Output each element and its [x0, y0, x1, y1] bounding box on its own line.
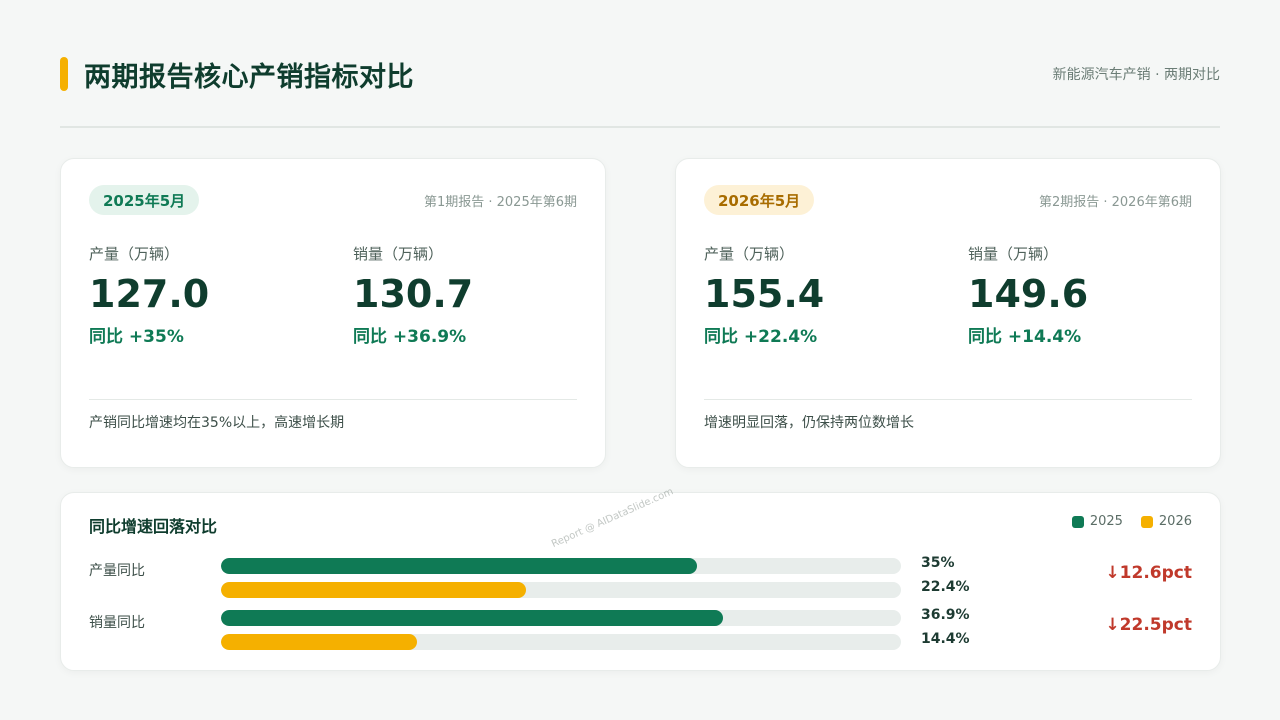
data-label: 14.4% — [921, 631, 970, 647]
delta-badge: ↓12.6pct — [1105, 563, 1192, 583]
bar-sales-2025 — [221, 610, 723, 626]
report-reference: 第1期报告 · 2025年第6期 — [423, 195, 577, 210]
header-divider — [60, 126, 1220, 128]
sales-metric: 销量（万辆） 130.7 同比 +36.9% — [353, 243, 593, 347]
report-reference: 第2期报告 · 2026年第6期 — [1038, 195, 1192, 210]
metric-label: 销量（万辆） — [968, 245, 1059, 263]
period-badge: 2026年5月 — [704, 185, 815, 215]
legend-label: 2025 — [1089, 514, 1123, 529]
page-subtitle: 新能源汽车产销 · 两期对比 — [1052, 67, 1220, 83]
sales-metric: 销量（万辆） 149.6 同比 +14.4% — [968, 243, 1208, 347]
bar-production-2025 — [221, 558, 697, 574]
data-label: 22.4% — [921, 579, 970, 595]
category-label-production: 产量同比 — [89, 563, 145, 579]
period-card-2025: 2025年5月 第1期报告 · 2025年第6期 产量（万辆） 127.0 同比… — [60, 158, 606, 468]
growth-comparison-chart: 同比增速回落对比 2025 2026 产量同比 35% 22.4% ↓12.6p… — [60, 492, 1221, 671]
legend-swatch-2026 — [1140, 515, 1153, 528]
chart-title: 同比增速回落对比 — [89, 517, 218, 536]
legend-item-2026: 2026 — [1140, 514, 1192, 529]
metric-label: 销量（万辆） — [353, 245, 444, 263]
metric-label: 产量（万辆） — [89, 245, 180, 263]
bar-track — [221, 582, 901, 598]
metric-value: 130.7 — [353, 272, 474, 316]
period-badge: 2025年5月 — [89, 185, 200, 215]
card-note: 产销同比增速均在35%以上，高速增长期 — [89, 415, 345, 431]
legend-item-2025: 2025 — [1071, 514, 1123, 529]
header: 两期报告核心产销指标对比 新能源汽车产销 · 两期对比 — [60, 52, 1220, 96]
card-divider — [89, 399, 577, 400]
category-label-sales: 销量同比 — [89, 615, 145, 631]
title-wrap: 两期报告核心产销指标对比 — [60, 55, 414, 94]
chart-legend: 2025 2026 — [1054, 514, 1192, 529]
bar-production-2026 — [221, 582, 526, 598]
bar-track — [221, 634, 901, 650]
card-note: 增速明显回落，仍保持两位数增长 — [704, 415, 914, 431]
delta-badge: ↓22.5pct — [1105, 615, 1192, 635]
slide: 两期报告核心产销指标对比 新能源汽车产销 · 两期对比 2025年5月 第1期报… — [0, 0, 1280, 720]
data-label: 36.9% — [921, 607, 970, 623]
data-label: 35% — [921, 555, 955, 571]
legend-label: 2026 — [1158, 514, 1192, 529]
metric-value: 127.0 — [89, 272, 210, 316]
page-title: 两期报告核心产销指标对比 — [84, 61, 414, 93]
card-divider — [704, 399, 1192, 400]
metric-yoy: 同比 +14.4% — [968, 327, 1082, 347]
metric-value: 149.6 — [968, 272, 1089, 316]
metric-label: 产量（万辆） — [704, 245, 795, 263]
title-accent-bar — [60, 57, 68, 91]
metric-yoy: 同比 +35% — [89, 327, 184, 347]
production-metric: 产量（万辆） 155.4 同比 +22.4% — [704, 243, 944, 347]
metric-yoy: 同比 +22.4% — [704, 327, 818, 347]
bar-sales-2026 — [221, 634, 417, 650]
metric-yoy: 同比 +36.9% — [353, 327, 467, 347]
period-card-2026: 2026年5月 第2期报告 · 2026年第6期 产量（万辆） 155.4 同比… — [675, 158, 1221, 468]
bar-track — [221, 610, 901, 626]
legend-swatch-2025 — [1071, 515, 1084, 528]
metric-value: 155.4 — [704, 272, 825, 316]
bar-track — [221, 558, 901, 574]
production-metric: 产量（万辆） 127.0 同比 +35% — [89, 243, 329, 347]
